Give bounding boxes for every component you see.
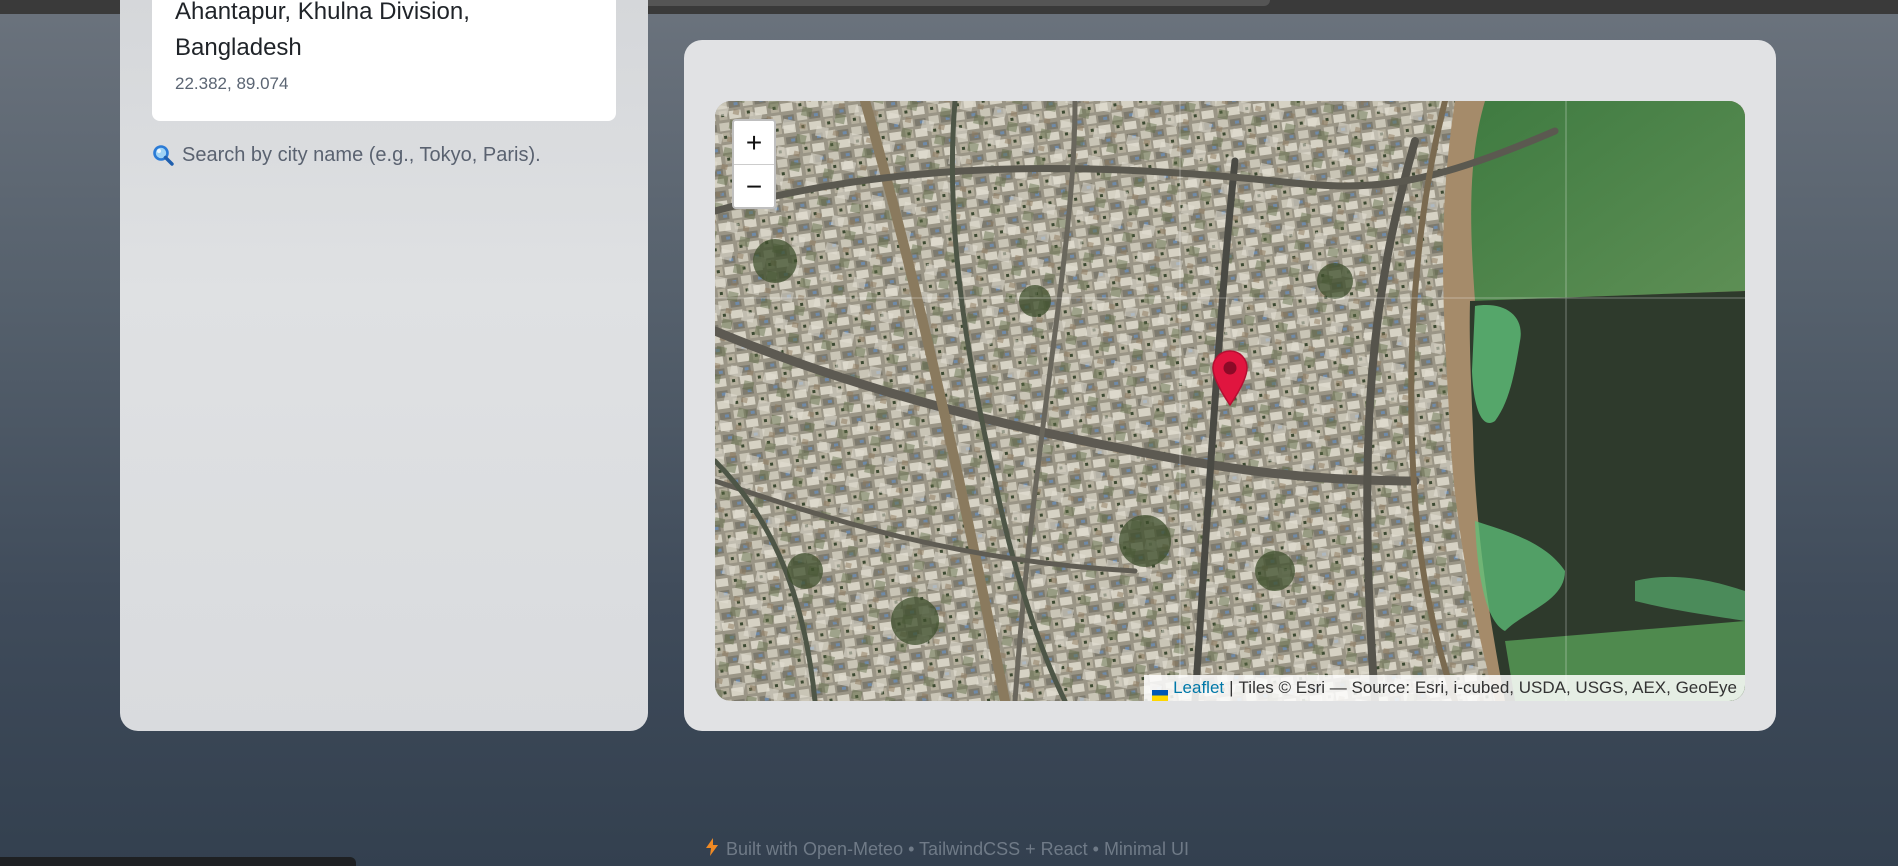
location-card[interactable]: Ahantapur, Khulna Division, Bangladesh 2…: [152, 0, 616, 121]
sidebar-panel: Ahantapur, Khulna Division, Bangladesh 2…: [120, 0, 648, 731]
lightning-icon: [706, 838, 718, 861]
taskbar-edge: [0, 857, 356, 866]
search-input[interactable]: [182, 143, 602, 167]
zoom-in-button[interactable]: +: [734, 121, 774, 164]
footer-text: Built with Open-Meteo • TailwindCSS + Re…: [726, 839, 1189, 859]
zoom-control: + −: [732, 119, 776, 209]
leaflet-link[interactable]: Leaflet: [1173, 675, 1224, 701]
page-footer: Built with Open-Meteo • TailwindCSS + Re…: [706, 838, 1189, 861]
attribution-text: Tiles © Esri — Source: Esri, i-cubed, US…: [1238, 678, 1737, 697]
search-bar[interactable]: [152, 142, 622, 168]
location-pin-icon[interactable]: [1211, 349, 1249, 407]
map-panel: + − Leaflet | Tiles © Esri — Source: Esr…: [684, 40, 1776, 731]
location-coordinates: 22.382, 89.074: [175, 74, 289, 93]
attribution-separator: |: [1229, 678, 1234, 697]
map-view[interactable]: + − Leaflet | Tiles © Esri — Source: Esr…: [715, 101, 1745, 701]
location-name: Ahantapur, Khulna Division, Bangladesh: [175, 0, 470, 61]
ukraine-flag-icon: [1152, 683, 1169, 701]
zoom-out-button[interactable]: −: [734, 164, 774, 207]
map-attribution: Leaflet | Tiles © Esri — Source: Esri, i…: [1144, 675, 1745, 701]
magnifier-icon: [152, 144, 174, 166]
